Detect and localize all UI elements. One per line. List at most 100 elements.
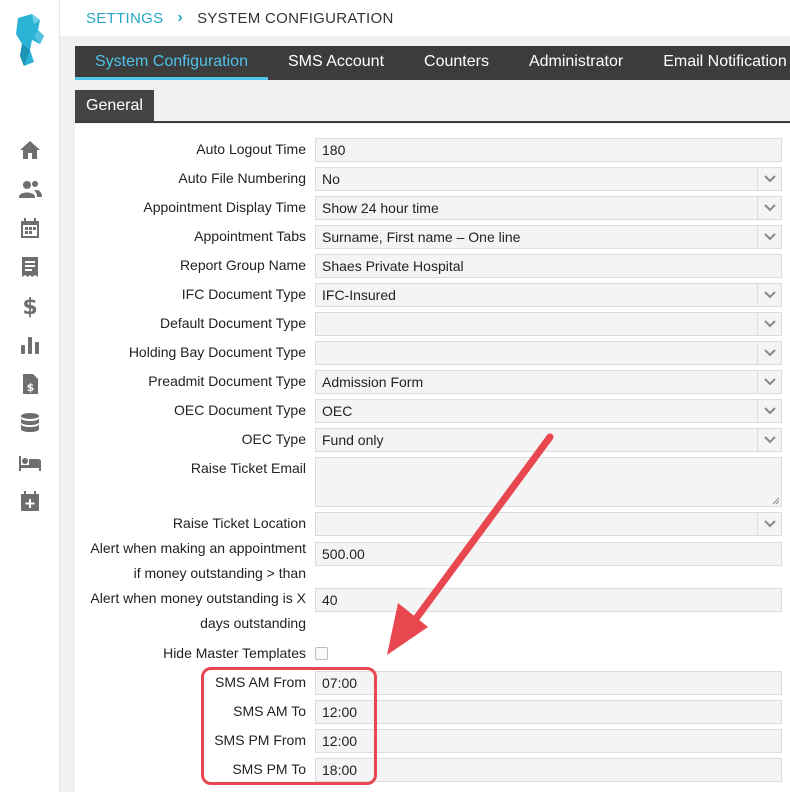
bed-icon[interactable]	[14, 447, 46, 477]
holding-bay-document-type-select[interactable]	[315, 341, 782, 365]
auto-logout-time-input[interactable]: 180	[315, 138, 782, 162]
select-value: No	[322, 171, 340, 187]
sms-pm-from-input[interactable]: 12:00	[315, 729, 782, 753]
field-label: Appointment Tabs	[194, 228, 306, 244]
chevron-down-icon	[757, 284, 781, 306]
field-label: Raise Ticket Email	[190, 460, 306, 476]
appointment-tabs-select[interactable]: Surname, First name – One line	[315, 225, 782, 249]
alert-outstanding-days-input[interactable]: 40	[315, 588, 782, 612]
ifc-document-type-row: IFC Document Type IFC-Insured	[75, 280, 790, 309]
field-label: Appointment Display Time	[143, 199, 306, 215]
field-label: Auto File Numbering	[178, 170, 306, 186]
default-document-type-row: Default Document Type	[75, 309, 790, 338]
field-label: Holding Bay Document Type	[128, 344, 306, 360]
main-content: SETTINGS › SYSTEM CONFIGURATION System C…	[60, 0, 790, 792]
sms-pm-to-row: SMS PM To 18:00	[75, 755, 790, 784]
field-label: OEC Document Type	[173, 402, 306, 418]
chevron-down-icon	[757, 513, 781, 535]
chevron-down-icon	[757, 197, 781, 219]
svg-text:$: $	[22, 295, 37, 318]
breadcrumb-settings-link[interactable]: SETTINGS	[86, 10, 163, 27]
tab-email-notification[interactable]: Email Notification	[643, 46, 790, 80]
preadmit-document-type-select[interactable]: Admission Form	[315, 370, 782, 394]
field-label: IFC Document Type	[181, 286, 306, 302]
label-line: Alert when money outstanding is X	[90, 590, 306, 606]
raise-ticket-email-textarea[interactable]	[315, 457, 782, 507]
tab-sms-account[interactable]: SMS Account	[268, 46, 404, 80]
tab-counters[interactable]: Counters	[404, 46, 509, 80]
resize-handle-icon[interactable]	[772, 497, 780, 505]
annotation-highlight-box	[201, 667, 377, 785]
settings-form: Auto Logout Time 180 Auto File Numbering…	[75, 124, 790, 792]
tab-bar: System Configuration SMS Account Counter…	[75, 46, 790, 80]
sms-pm-from-row: SMS PM From 12:00	[75, 726, 790, 755]
tab-administrator[interactable]: Administrator	[509, 46, 643, 80]
chevron-down-icon	[757, 313, 781, 335]
chevron-right-icon: ›	[177, 9, 184, 26]
users-icon[interactable]	[14, 174, 46, 204]
select-value: OEC	[322, 403, 353, 419]
alert-appointment-row: Alert when making an appointment if mone…	[75, 536, 790, 582]
chevron-down-icon	[757, 429, 781, 451]
hide-master-templates-row: Hide Master Templates	[75, 639, 790, 668]
appointment-display-time-row: Appointment Display Time Show 24 hour ti…	[75, 193, 790, 222]
bar-chart-icon[interactable]	[14, 330, 46, 360]
preadmit-document-type-row: Preadmit Document Type Admission Form	[75, 367, 790, 396]
auto-file-numbering-row: Auto File Numbering No	[75, 164, 790, 193]
oec-type-row: OEC Type Fund only	[75, 425, 790, 454]
svg-text:$: $	[27, 381, 35, 394]
hide-master-templates-checkbox[interactable]	[315, 647, 328, 660]
alert-appointment-input[interactable]: 500.00	[315, 542, 782, 566]
label-line: Alert when making an appointment	[90, 540, 306, 556]
raise-ticket-email-row: Raise Ticket Email	[75, 454, 790, 510]
appointment-tabs-row: Appointment Tabs Surname, First name – O…	[75, 222, 790, 251]
select-value: Surname, First name – One line	[322, 229, 521, 245]
calendar-plus-icon[interactable]	[14, 486, 46, 516]
auto-logout-time-row: Auto Logout Time 180	[75, 135, 790, 164]
sms-am-to-input[interactable]: 12:00	[315, 700, 782, 724]
select-value: IFC-Insured	[322, 287, 396, 303]
field-label: Alert when money outstanding is X days o…	[76, 586, 306, 636]
holding-bay-document-type-row: Holding Bay Document Type	[75, 338, 790, 367]
raise-ticket-location-select[interactable]	[315, 512, 782, 536]
ifc-document-type-select[interactable]: IFC-Insured	[315, 283, 782, 307]
subtab-general[interactable]: General	[75, 90, 154, 121]
sidebar: $ $	[0, 0, 60, 792]
billing-document-icon[interactable]: $	[14, 369, 46, 399]
oec-document-type-select[interactable]: OEC	[315, 399, 782, 423]
field-label: Default Document Type	[159, 315, 306, 331]
auto-file-numbering-select[interactable]: No	[315, 167, 782, 191]
sms-pm-to-input[interactable]: 18:00	[315, 758, 782, 782]
alert-outstanding-days-row: Alert when money outstanding is X days o…	[75, 586, 790, 636]
select-value: Show 24 hour time	[322, 200, 439, 216]
oec-type-select[interactable]: Fund only	[315, 428, 782, 452]
chevron-down-icon	[757, 371, 781, 393]
chevron-down-icon	[757, 342, 781, 364]
field-label: Alert when making an appointment if mone…	[76, 536, 306, 586]
report-group-name-row: Report Group Name Shaes Private Hospital	[75, 251, 790, 280]
appointment-display-time-select[interactable]: Show 24 hour time	[315, 196, 782, 220]
tab-system-configuration[interactable]: System Configuration	[75, 46, 268, 80]
calendar-icon[interactable]	[14, 213, 46, 243]
invoice-icon[interactable]	[14, 252, 46, 282]
subtab-row: General	[75, 90, 790, 123]
report-group-name-input[interactable]: Shaes Private Hospital	[315, 254, 782, 278]
app-window: $ $ SETTINGS › SYSTEM CONFIGURATION Syst…	[0, 0, 790, 792]
chevron-down-icon	[757, 168, 781, 190]
label-line: days outstanding	[200, 615, 306, 631]
field-label: Raise Ticket Location	[172, 515, 306, 531]
field-label: Report Group Name	[179, 257, 306, 273]
raise-ticket-location-row: Raise Ticket Location	[75, 509, 790, 538]
home-icon[interactable]	[14, 135, 46, 165]
sms-am-to-row: SMS AM To 12:00	[75, 697, 790, 726]
field-label: OEC Type	[241, 431, 306, 447]
default-document-type-select[interactable]	[315, 312, 782, 336]
breadcrumb-current: SYSTEM CONFIGURATION	[197, 9, 394, 27]
database-icon[interactable]	[14, 408, 46, 438]
app-logo[interactable]	[10, 10, 50, 70]
chevron-down-icon	[757, 400, 781, 422]
sms-am-from-input[interactable]: 07:00	[315, 671, 782, 695]
field-label: Preadmit Document Type	[148, 373, 306, 389]
dollar-icon[interactable]: $	[14, 291, 46, 321]
select-value: Admission Form	[322, 374, 424, 390]
